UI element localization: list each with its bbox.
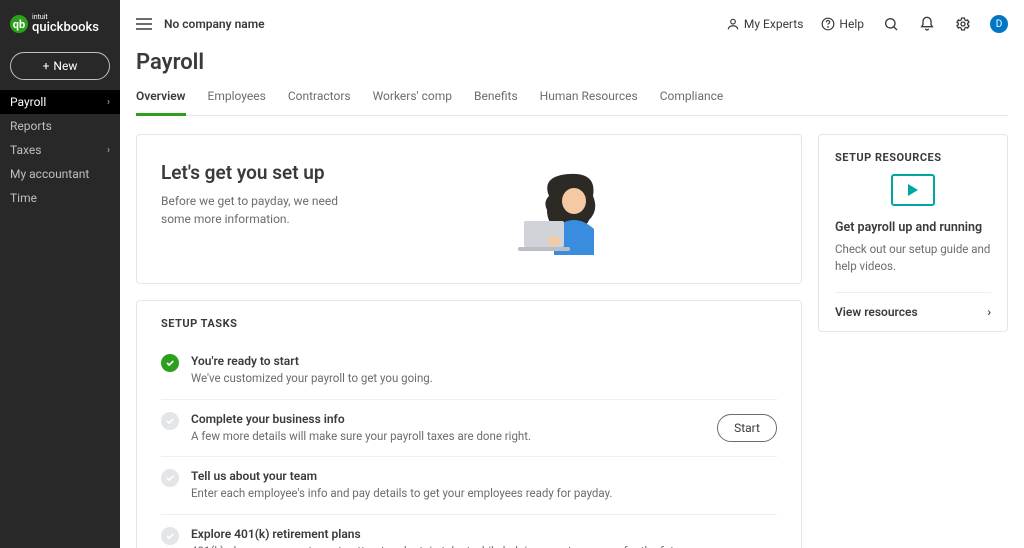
gear-icon	[955, 16, 971, 32]
task-row: Tell us about your team Enter each employ…	[161, 456, 777, 514]
check-todo-icon	[161, 412, 179, 430]
video-thumbnail[interactable]	[891, 174, 935, 206]
topbar: No company name My Experts Help D	[120, 0, 1024, 48]
help-button[interactable]: Help	[821, 17, 864, 31]
task-desc: Enter each employee's info and pay detai…	[191, 485, 777, 502]
tab-overview[interactable]: Overview	[136, 81, 186, 116]
resources-desc: Check out our setup guide and help video…	[835, 241, 991, 276]
sidebar-nav: Payroll › Reports Taxes › My accountant Time	[0, 90, 120, 210]
setup-tasks-card: SETUP TASKS You're ready to start We've c…	[136, 300, 802, 548]
experts-label: My Experts	[744, 17, 803, 31]
chevron-right-icon: ›	[107, 97, 110, 108]
task-desc: A few more details will make sure your p…	[191, 428, 705, 445]
person-at-laptop-icon	[504, 161, 644, 261]
page-title: Payroll	[136, 50, 1008, 75]
hero-card: Let's get you set up Before we get to pa…	[136, 134, 802, 284]
sidebar-item-taxes[interactable]: Taxes ›	[0, 138, 120, 162]
sidebar-item-my-accountant[interactable]: My accountant	[0, 162, 120, 186]
sidebar-item-label: My accountant	[10, 167, 89, 181]
resources-title: Get payroll up and running	[835, 220, 991, 235]
check-todo-icon	[161, 469, 179, 487]
company-name: No company name	[164, 17, 265, 31]
settings-button[interactable]	[954, 15, 972, 33]
tab-benefits[interactable]: Benefits	[474, 81, 518, 115]
my-experts-button[interactable]: My Experts	[726, 17, 803, 31]
notifications-button[interactable]	[918, 15, 936, 33]
avatar[interactable]: D	[990, 15, 1008, 33]
tab-compliance[interactable]: Compliance	[660, 81, 724, 115]
sidebar-item-label: Taxes	[10, 143, 41, 157]
chevron-right-icon: ›	[107, 145, 110, 156]
setup-resources-card: SETUP RESOURCES Get payroll up and runni…	[818, 134, 1008, 332]
play-icon	[908, 184, 918, 196]
task-title: You're ready to start	[191, 354, 777, 368]
hero-subtitle: Before we get to payday, we need some mo…	[161, 192, 361, 228]
sidebar-item-label: Time	[10, 191, 37, 205]
task-row: You're ready to start We've customized yo…	[161, 342, 777, 399]
tab-bar: Overview Employees Contractors Workers' com…	[136, 81, 1008, 116]
task-desc: 401(k) plans are a great way to attract …	[191, 543, 777, 548]
tab-contractors[interactable]: Contractors	[288, 81, 351, 115]
task-title: Complete your business info	[191, 412, 705, 426]
tab-workers-comp[interactable]: Workers' comp	[373, 81, 452, 115]
check-todo-icon	[161, 527, 179, 545]
task-title: Tell us about your team	[191, 469, 777, 483]
view-resources-button[interactable]: View resources ›	[835, 292, 991, 331]
sidebar: qb intuit quickbooks + New Payroll › Repor…	[0, 0, 120, 548]
person-icon	[726, 17, 740, 31]
sidebar-item-label: Reports	[10, 119, 52, 133]
tab-employees[interactable]: Employees	[208, 81, 266, 115]
view-resources-label: View resources	[835, 305, 918, 319]
plus-icon: +	[43, 59, 50, 73]
resources-heading: SETUP RESOURCES	[835, 151, 991, 164]
hero-illustration	[371, 161, 777, 261]
setup-tasks-heading: SETUP TASKS	[161, 317, 777, 330]
check-done-icon	[161, 354, 179, 372]
sidebar-item-time[interactable]: Time	[0, 186, 120, 210]
qb-logo-icon: qb	[10, 15, 28, 33]
start-button[interactable]: Start	[717, 414, 777, 442]
search-icon	[883, 16, 899, 32]
task-list: You're ready to start We've customized yo…	[161, 342, 777, 548]
task-title: Explore 401(k) retirement plans	[191, 527, 777, 541]
help-icon	[821, 17, 835, 31]
bell-icon	[919, 16, 935, 32]
sidebar-item-payroll[interactable]: Payroll ›	[0, 90, 120, 114]
task-row: Complete your business info A few more de…	[161, 399, 777, 457]
sidebar-item-reports[interactable]: Reports	[0, 114, 120, 138]
tab-human-resources[interactable]: Human Resources	[540, 81, 638, 115]
main: No company name My Experts Help D Pay	[120, 0, 1024, 548]
search-button[interactable]	[882, 15, 900, 33]
brand-main: quickbooks	[32, 21, 99, 34]
task-row: Explore 401(k) retirement plans 401(k) pl…	[161, 514, 777, 548]
help-label: Help	[839, 17, 864, 31]
sidebar-item-label: Payroll	[10, 95, 46, 109]
hamburger-icon[interactable]	[136, 18, 152, 30]
new-label: New	[53, 59, 77, 73]
task-desc: We've customized your payroll to get you…	[191, 370, 777, 387]
new-button[interactable]: + New	[10, 52, 110, 80]
brand-block: qb intuit quickbooks	[0, 0, 120, 48]
page-body: Payroll Overview Employees Contractors Work…	[120, 48, 1024, 548]
hero-title: Let's get you set up	[161, 161, 361, 184]
chevron-right-icon: ›	[987, 305, 991, 319]
